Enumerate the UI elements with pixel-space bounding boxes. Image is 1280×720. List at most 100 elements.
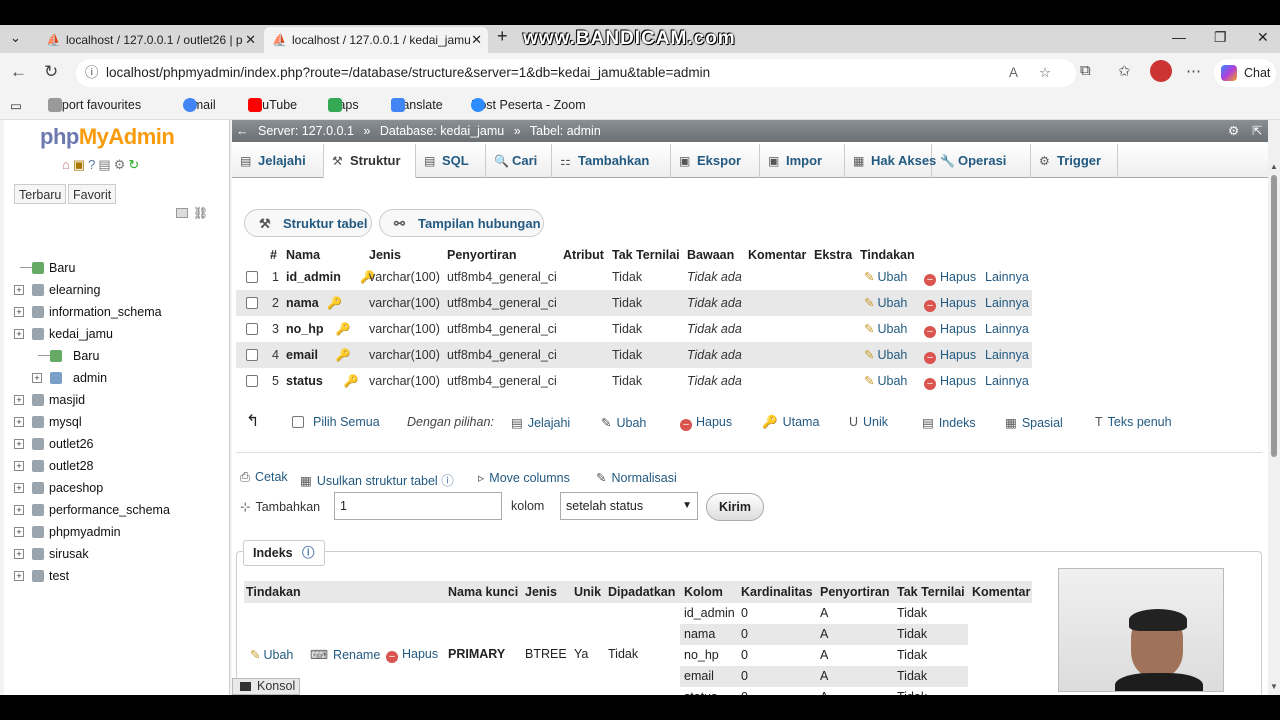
expand-icon[interactable]: +	[14, 439, 24, 449]
tab-jelajahi[interactable]: ▤ Jelajahi	[232, 144, 324, 178]
copilot-chat-button[interactable]: Chat	[1214, 59, 1276, 87]
favorites-icon[interactable]: ✩	[1118, 62, 1131, 80]
tab-sql[interactable]: ▤ SQL	[416, 144, 486, 178]
tree-item-Baru[interactable]: Baru	[4, 257, 230, 279]
link-with-main-icon[interactable]: ⛓	[193, 206, 208, 220]
bulk-browse-link[interactable]: ▤ Jelajahi	[511, 415, 570, 430]
select-all-checkbox[interactable]	[292, 416, 304, 428]
tab-impor[interactable]: ▣ Impor	[760, 144, 845, 178]
scroll-down-icon[interactable]: ▼	[1270, 682, 1278, 691]
drop-column-link[interactable]: – Hapus	[924, 316, 976, 342]
window-close-icon[interactable]: ✕	[1257, 29, 1269, 46]
index-edit-link[interactable]: ✎ Ubah	[250, 647, 293, 662]
expand-icon[interactable]: +	[14, 505, 24, 515]
url-field[interactable]: ⓘ localhost/phpmyadmin/index.php?route=/…	[76, 59, 1076, 87]
move-columns-link[interactable]: ▹ Move columns	[478, 470, 570, 485]
docs-icon[interactable]: ▤	[98, 157, 113, 172]
column-name[interactable]: email	[286, 342, 318, 368]
minimize-icon[interactable]: —	[1172, 29, 1186, 45]
recent-tables-button[interactable]: Terbaru	[14, 184, 67, 204]
bookmark-youtube[interactable]: YouTube	[248, 98, 297, 112]
bulk-unique-link[interactable]: U Unik	[849, 415, 888, 429]
tab-tambahkan[interactable]: ⚏ Tambahkan	[552, 144, 671, 178]
new-tab-icon[interactable]: +	[497, 26, 508, 47]
read-aloud-icon[interactable]: A	[1009, 59, 1018, 87]
position-select[interactable]: setelah status ▼	[560, 492, 698, 520]
normalize-link[interactable]: ✎ Normalisasi	[596, 470, 677, 485]
select-all-link[interactable]: Pilih Semua	[313, 415, 380, 429]
close-tab-icon[interactable]: ✕	[245, 27, 256, 53]
home-icon[interactable]: ⌂	[62, 157, 73, 172]
more-actions-link[interactable]: Lainnya	[985, 264, 1029, 290]
expand-icon[interactable]: +	[14, 483, 24, 493]
tree-item-test[interactable]: + test	[4, 565, 230, 587]
edit-column-link[interactable]: ✎ Ubah	[864, 316, 907, 342]
bulk-primary-link[interactable]: 🔑 Utama	[762, 415, 819, 430]
back-icon[interactable]: ←	[10, 62, 27, 82]
logout-icon[interactable]: ▣	[73, 157, 88, 172]
tree-item-Baru[interactable]: Baru	[4, 345, 230, 367]
row-checkbox[interactable]	[246, 297, 258, 309]
expand-icon[interactable]: +	[14, 527, 24, 537]
tree-item-sirusak[interactable]: + sirusak	[4, 543, 230, 565]
tab-ekspor[interactable]: ▣ Ekspor	[671, 144, 760, 178]
tab-table-structure[interactable]: ⚒ Struktur tabel	[244, 209, 372, 237]
tree-item-elearning[interactable]: + elearning	[4, 279, 230, 301]
edit-column-link[interactable]: ✎ Ubah	[864, 342, 907, 368]
more-actions-link[interactable]: Lainnya	[985, 342, 1029, 368]
column-name[interactable]: status	[286, 368, 323, 394]
bulk-change-link[interactable]: ✎ Ubah	[601, 415, 646, 430]
drop-column-link[interactable]: – Hapus	[924, 342, 976, 368]
bookmark-gmail[interactable]: Gmail	[183, 98, 216, 112]
more-actions-link[interactable]: Lainnya	[985, 316, 1029, 342]
bulk-spatial-link[interactable]: ▦ Spasial	[1005, 415, 1063, 430]
browser-tab-kedai-jamu[interactable]: ⛵ localhost / 127.0.0.1 / kedai_jamu ✕	[264, 27, 488, 53]
row-checkbox[interactable]	[246, 349, 258, 361]
drop-column-link[interactable]: – Hapus	[924, 290, 976, 316]
collapse-left-icon[interactable]: ←	[236, 120, 249, 142]
breadcrumb-table[interactable]: Tabel: admin	[530, 124, 601, 138]
site-info-icon[interactable]: ⓘ	[85, 59, 99, 87]
browser-tab-outlet26[interactable]: ⛵ localhost / 127.0.0.1 / outlet26 | p ✕	[38, 27, 262, 53]
favorite-star-icon[interactable]: ☆	[1039, 59, 1051, 87]
edit-column-link[interactable]: ✎ Ubah	[864, 290, 907, 316]
sidebar-toggle-icon[interactable]: ▭	[10, 98, 22, 113]
tab-relation-view[interactable]: ⚯ Tampilan hubungan	[379, 209, 544, 237]
scroll-thumb[interactable]	[1271, 175, 1277, 457]
tree-item-paceshop[interactable]: + paceshop	[4, 477, 230, 499]
expand-icon[interactable]: +	[14, 461, 24, 471]
reload-nav-icon[interactable]: ↻	[128, 157, 142, 172]
tree-item-kedai-jamu[interactable]: + kedai_jamu	[4, 323, 230, 345]
collapse-all-icon[interactable]	[176, 208, 188, 218]
row-checkbox[interactable]	[246, 271, 258, 283]
edit-column-link[interactable]: ✎ Ubah	[864, 264, 907, 290]
maximize-icon[interactable]: ❐	[1214, 29, 1227, 46]
bookmark-import-favourites[interactable]: Import favourites	[48, 98, 141, 112]
tree-item-masjid[interactable]: + masjid	[4, 389, 230, 411]
bookmark-maps[interactable]: Maps	[328, 98, 359, 112]
tree-item-phpmyadmin[interactable]: + phpmyadmin	[4, 521, 230, 543]
tab-operasi[interactable]: 🔧 Operasi	[932, 144, 1031, 178]
expand-icon[interactable]: +	[14, 417, 24, 427]
tab-cari[interactable]: 🔍 Cari	[486, 144, 552, 178]
extensions-icon[interactable]: ⧉	[1080, 62, 1091, 79]
bulk-drop-link[interactable]: – Hapus	[680, 415, 732, 431]
settings-icon[interactable]: ⚙	[114, 157, 129, 172]
row-checkbox[interactable]	[246, 323, 258, 335]
indexes-legend[interactable]: Indeks ⓘ	[243, 540, 325, 566]
bulk-fulltext-link[interactable]: T Teks penuh	[1095, 415, 1172, 429]
print-link[interactable]: ⎙ Cetak	[240, 470, 288, 485]
page-settings-icon[interactable]: ⚙	[1228, 120, 1239, 142]
help-icon[interactable]: ⓘ	[441, 474, 454, 488]
console-toggle[interactable]: Konsol	[232, 678, 300, 695]
propose-structure-link[interactable]: ▦ Usulkan struktur tabel ⓘ	[300, 470, 454, 489]
expand-icon[interactable]: +	[14, 307, 24, 317]
bookmark-translate[interactable]: Translate	[391, 98, 443, 112]
tree-item-admin[interactable]: + admin	[4, 367, 230, 389]
drop-column-link[interactable]: – Hapus	[924, 368, 976, 394]
column-name[interactable]: id_admin	[286, 264, 341, 290]
scroll-up-icon[interactable]: ▲	[1270, 162, 1278, 171]
more-actions-link[interactable]: Lainnya	[985, 368, 1029, 394]
more-menu-icon[interactable]: ⋯	[1186, 62, 1201, 80]
favorite-tables-button[interactable]: Favorit	[68, 184, 117, 204]
